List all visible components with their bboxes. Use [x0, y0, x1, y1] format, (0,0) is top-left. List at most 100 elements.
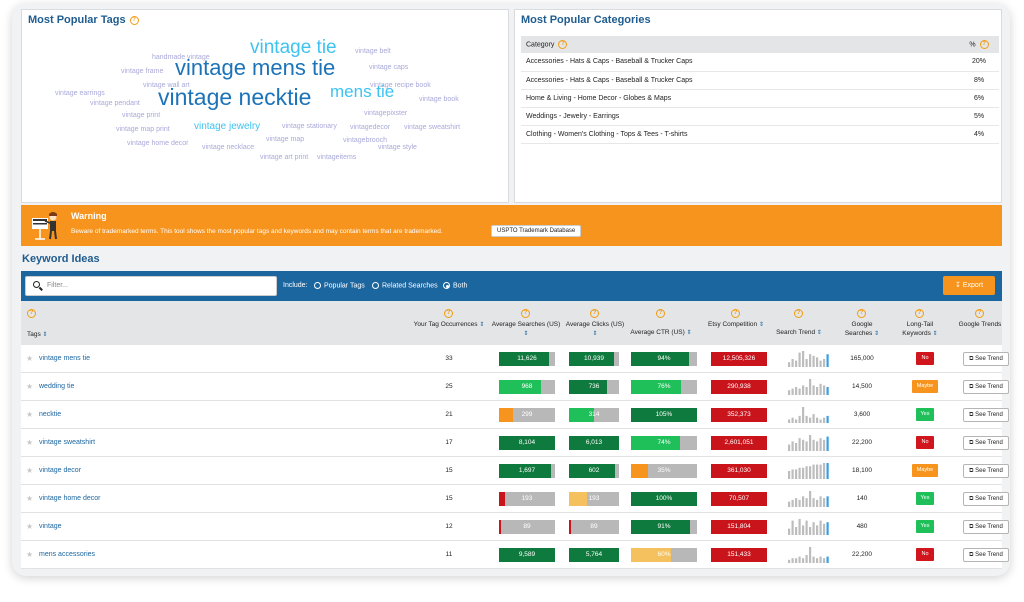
trend-bar — [798, 438, 801, 451]
google-trends-header[interactable]: ? Google Trends — [957, 301, 1003, 345]
avg-ctr-bar: 76% — [631, 380, 697, 394]
avg-searches-bar: 89 — [499, 520, 555, 534]
sort-icon[interactable]: ⇕ — [523, 331, 528, 337]
help-icon[interactable]: ? — [590, 309, 599, 318]
sort-icon[interactable]: ⇕ — [759, 322, 764, 328]
star-icon[interactable]: ★ — [26, 382, 33, 391]
help-icon[interactable]: ? — [857, 309, 866, 318]
star-icon[interactable]: ★ — [26, 354, 33, 363]
trend-bar — [812, 355, 815, 367]
option-related-searches[interactable]: Related Searches — [372, 282, 438, 289]
etsy-competition-bar: 151,804 — [711, 520, 767, 534]
keyword-tag-link[interactable]: necktie — [39, 411, 61, 418]
see-trend-button[interactable]: ⧉ See Trend — [963, 464, 1009, 478]
star-icon[interactable]: ★ — [26, 494, 33, 503]
help-icon[interactable]: ? — [656, 309, 665, 318]
sort-icon[interactable]: ⇕ — [817, 330, 822, 336]
export-button[interactable]: ↧ Export — [943, 276, 995, 295]
keyword-row: ★ vintage mens tie 33 11,626 10,939 94% 12,505… — [21, 345, 1009, 373]
competition-header[interactable]: ? Etsy Competition ⇕ — [707, 301, 765, 345]
tag-cloud-word[interactable]: vintage print — [122, 112, 160, 119]
clicks-header[interactable]: ? Average Clicks (US) ⇕ — [563, 301, 627, 345]
trend-bar — [819, 496, 822, 507]
tag-cloud-word[interactable]: vintage style — [378, 144, 417, 151]
sort-icon[interactable]: ⇕ — [479, 322, 484, 328]
sort-icon[interactable]: ⇕ — [592, 331, 597, 337]
radio-selected-icon[interactable] — [443, 282, 450, 289]
tag-cloud-word[interactable]: vintage stationary — [282, 123, 337, 130]
see-trend-button[interactable]: ⧉ See Trend — [963, 548, 1009, 562]
see-trend-button[interactable]: ⧉ See Trend — [963, 408, 1009, 422]
star-icon[interactable]: ★ — [26, 550, 33, 559]
see-trend-button[interactable]: ⧉ See Trend — [963, 352, 1009, 366]
tag-cloud-word[interactable]: vintage book — [419, 96, 459, 103]
keyword-tag-link[interactable]: vintage mens tie — [39, 355, 90, 362]
sort-icon[interactable]: ⇕ — [874, 331, 879, 337]
see-trend-button[interactable]: ⧉ See Trend — [963, 492, 1009, 506]
star-icon[interactable]: ★ — [26, 466, 33, 475]
sort-icon[interactable]: ⇕ — [43, 332, 48, 338]
radio-icon[interactable] — [372, 282, 379, 289]
option-popular-tags[interactable]: Popular Tags — [314, 282, 365, 289]
help-icon[interactable]: ? — [129, 15, 139, 25]
help-icon[interactable]: ? — [794, 309, 803, 318]
keyword-tag-link[interactable]: vintage home decor — [39, 495, 100, 502]
google-searches-header[interactable]: ? Google Searches ⇕ — [837, 301, 887, 345]
ctr-header[interactable]: ? Average CTR (US) ⇕ — [627, 301, 695, 345]
occurrences-header[interactable]: ? Your Tag Occurrences ⇕ — [413, 301, 485, 345]
help-icon[interactable]: ? — [975, 309, 984, 318]
searches-header[interactable]: ? Average Searches (US) ⇕ — [491, 301, 561, 345]
search-trend-header[interactable]: ? Search Trend ⇕ — [771, 301, 827, 345]
help-icon[interactable]: ? — [558, 40, 568, 49]
star-icon[interactable]: ★ — [26, 522, 33, 531]
see-trend-button[interactable]: ⧉ See Trend — [963, 380, 1009, 394]
tag-cloud-word[interactable]: vintage pendant — [90, 100, 140, 107]
radio-icon[interactable] — [314, 282, 321, 289]
trend-bar — [816, 464, 819, 479]
long-tail-header[interactable]: ? Long-Tail Keywords ⇕ — [893, 301, 947, 345]
see-trend-button[interactable]: ⧉ See Trend — [963, 520, 1009, 534]
tag-cloud-word[interactable]: vintage caps — [369, 64, 408, 71]
tag-cloud-word[interactable]: vintage art print — [260, 154, 308, 161]
tag-cloud-word[interactable]: vintage map print — [116, 126, 170, 133]
tag-cloud-word[interactable]: vintage home decor — [127, 140, 188, 147]
sort-icon[interactable]: ⇕ — [933, 331, 938, 337]
tag-cloud-word[interactable]: vintage frame — [121, 68, 163, 75]
help-icon[interactable]: ? — [27, 309, 36, 318]
tag-cloud-word[interactable]: vintage belt — [355, 48, 391, 55]
help-icon[interactable]: ? — [979, 40, 989, 49]
star-icon[interactable]: ★ — [26, 410, 33, 419]
keyword-tag-link[interactable]: vintage decor — [39, 467, 81, 474]
star-icon[interactable]: ★ — [26, 438, 33, 447]
tag-cloud-word[interactable]: vintagebrooch — [343, 137, 387, 144]
trend-bar — [819, 556, 822, 563]
tag-cloud-word[interactable]: vintage necklace — [202, 144, 254, 151]
help-icon[interactable]: ? — [731, 309, 740, 318]
trend-bar — [809, 417, 812, 423]
tag-cloud-word[interactable]: vintage mens tie — [175, 55, 335, 81]
keyword-tag-link[interactable]: mens accessories — [39, 551, 95, 558]
tag-cloud-word[interactable]: vintage earrings — [55, 90, 105, 97]
keyword-tag-link[interactable]: vintage sweatshirt — [39, 439, 95, 446]
tag-cloud-word[interactable]: vintage jewelry — [194, 121, 260, 132]
tags-header[interactable]: ? Tags ⇕ — [21, 301, 141, 345]
help-icon[interactable]: ? — [444, 309, 453, 318]
uspto-trademark-button[interactable]: USPTO Trademark Database — [491, 225, 582, 237]
filter-bar: Filter... Include: Popular Tags Related … — [21, 271, 1002, 301]
tag-cloud-word[interactable]: vintage map — [266, 136, 304, 143]
help-icon[interactable]: ? — [915, 309, 924, 318]
keyword-tag-link[interactable]: vintage — [39, 523, 62, 530]
sort-icon[interactable]: ⇕ — [687, 330, 692, 336]
help-icon[interactable]: ? — [521, 309, 530, 318]
tag-cloud-word[interactable]: vintageitems — [317, 154, 356, 161]
trend-bar — [812, 464, 815, 479]
tag-cloud-word[interactable]: vintagedecor — [350, 124, 390, 131]
see-trend-button[interactable]: ⧉ See Trend — [963, 436, 1009, 450]
keyword-tag-link[interactable]: wedding tie — [39, 383, 74, 390]
tag-cloud-word[interactable]: vintagepixster — [364, 110, 407, 117]
tag-cloud-word[interactable]: vintage sweatshirt — [404, 124, 460, 131]
option-both[interactable]: Both — [443, 282, 467, 289]
tag-cloud-word[interactable]: vintage necktie — [158, 84, 311, 111]
tag-cloud-word[interactable]: mens tie — [330, 82, 394, 102]
filter-input[interactable]: Filter... — [25, 276, 277, 296]
